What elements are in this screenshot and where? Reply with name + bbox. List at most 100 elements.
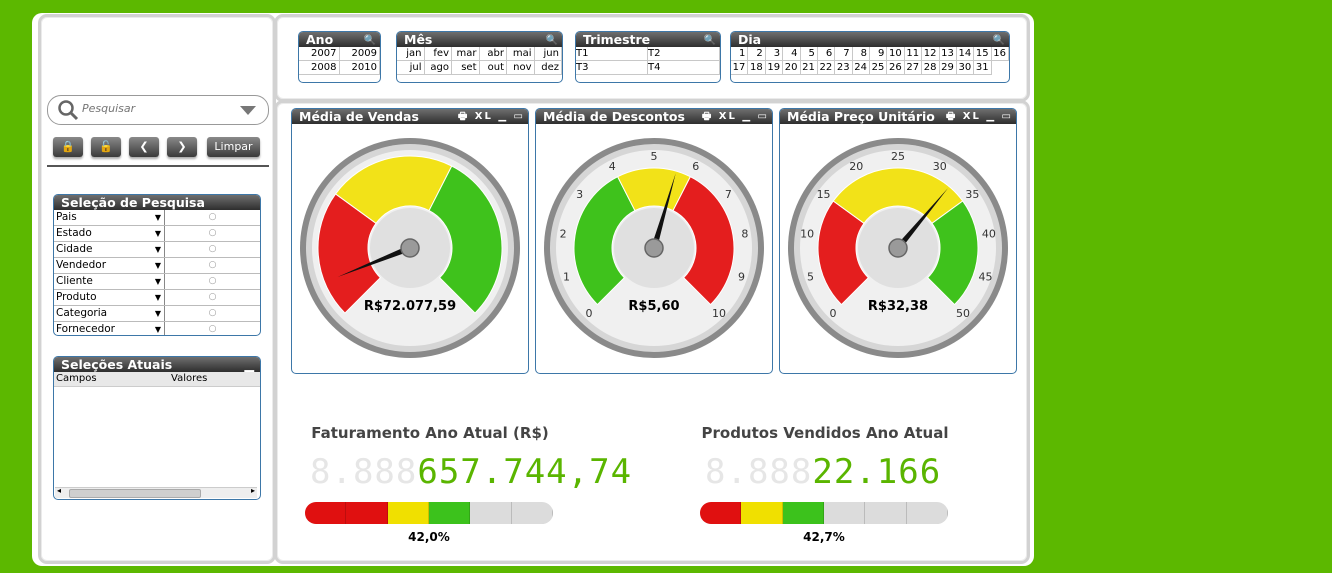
month-option[interactable]: jun bbox=[534, 47, 562, 61]
month-option[interactable]: dez bbox=[534, 61, 562, 75]
radio-icon[interactable]: ○ bbox=[165, 306, 260, 321]
month-option[interactable]: jul bbox=[397, 61, 425, 75]
month-option[interactable]: mar bbox=[452, 47, 480, 61]
month-option[interactable]: set bbox=[452, 61, 480, 75]
search-selection-row[interactable]: Cliente ▼ ○ bbox=[54, 274, 260, 290]
day-option[interactable]: 16 bbox=[991, 47, 1009, 61]
day-option[interactable]: 18 bbox=[748, 61, 766, 75]
month-option[interactable]: ago bbox=[424, 61, 452, 75]
search-selection-row[interactable]: Vendedor ▼ ○ bbox=[54, 258, 260, 274]
quarter-option[interactable]: T1 bbox=[576, 47, 648, 61]
panel-icons[interactable]: 🖶 XL ▁ ▭ bbox=[458, 109, 525, 124]
day-option[interactable]: 7 bbox=[835, 47, 853, 61]
dropdown-arrow-icon[interactable]: ▼ bbox=[155, 242, 161, 257]
quarter-option[interactable]: T2 bbox=[648, 47, 720, 61]
lock-button[interactable]: 🔒 bbox=[53, 137, 83, 157]
day-option[interactable]: 19 bbox=[765, 61, 784, 75]
radio-icon[interactable]: ○ bbox=[165, 226, 260, 241]
day-option[interactable]: 24 bbox=[852, 61, 870, 75]
dropdown-arrow-icon[interactable]: ▼ bbox=[155, 322, 161, 335]
clear-button[interactable]: Limpar bbox=[207, 137, 260, 157]
day-option[interactable]: 17 bbox=[731, 61, 749, 75]
radio-icon[interactable]: ○ bbox=[165, 322, 260, 335]
day-option[interactable]: 10 bbox=[887, 47, 905, 61]
field-label[interactable]: Cidade ▼ bbox=[54, 242, 165, 257]
year-option[interactable]: 2008 bbox=[299, 61, 340, 75]
search-icon[interactable]: 🔍 bbox=[364, 33, 376, 48]
day-option[interactable]: 3 bbox=[765, 47, 784, 61]
day-option[interactable]: 28 bbox=[922, 61, 940, 75]
search-selection-row[interactable]: Estado ▼ ○ bbox=[54, 226, 260, 242]
field-label[interactable]: Fornecedor ▼ bbox=[54, 322, 165, 335]
horizontal-scrollbar[interactable]: ◂ ▸ bbox=[55, 486, 257, 498]
panel-icons[interactable]: 🖶 XL ▁ ▭ bbox=[946, 109, 1013, 124]
day-option[interactable]: 26 bbox=[887, 61, 905, 75]
month-option[interactable]: out bbox=[479, 61, 507, 75]
scroll-right-icon[interactable]: ▸ bbox=[251, 486, 255, 495]
search-icon[interactable]: 🔍 bbox=[993, 33, 1005, 48]
year-option[interactable]: 2010 bbox=[339, 61, 380, 75]
day-option[interactable]: 1 bbox=[731, 47, 749, 61]
dropdown-arrow-icon[interactable]: ▼ bbox=[155, 226, 161, 241]
field-label[interactable]: Pais ▼ bbox=[54, 210, 165, 225]
day-option[interactable]: 5 bbox=[800, 47, 818, 61]
field-label[interactable]: Produto ▼ bbox=[54, 290, 165, 305]
radio-icon[interactable]: ○ bbox=[165, 242, 260, 257]
radio-icon[interactable]: ○ bbox=[165, 290, 260, 305]
day-option[interactable]: 15 bbox=[974, 47, 992, 61]
search-selection-row[interactable]: Cidade ▼ ○ bbox=[54, 242, 260, 258]
quarter-option[interactable]: T4 bbox=[648, 61, 720, 75]
month-option[interactable]: nov bbox=[507, 61, 535, 75]
day-option[interactable]: 4 bbox=[783, 47, 801, 61]
day-option[interactable]: 29 bbox=[939, 61, 957, 75]
back-button[interactable]: ❮ bbox=[129, 137, 159, 157]
day-option[interactable]: 11 bbox=[904, 47, 923, 61]
dropdown-arrow-icon[interactable]: ▼ bbox=[155, 274, 161, 289]
radio-icon[interactable]: ○ bbox=[165, 274, 260, 289]
day-option[interactable]: 14 bbox=[956, 47, 975, 61]
search-selection-row[interactable]: Produto ▼ ○ bbox=[54, 290, 260, 306]
search-selection-row[interactable]: Pais ▼ ○ bbox=[54, 210, 260, 226]
month-option[interactable]: jan bbox=[397, 47, 425, 61]
chevron-down-icon[interactable] bbox=[240, 106, 256, 115]
month-option[interactable]: abr bbox=[479, 47, 507, 61]
dropdown-arrow-icon[interactable]: ▼ bbox=[155, 210, 161, 225]
search-input[interactable] bbox=[80, 101, 224, 116]
minimize-icon[interactable]: ▁ bbox=[244, 357, 254, 372]
year-option[interactable]: 2007 bbox=[299, 47, 340, 61]
day-option[interactable]: 21 bbox=[800, 61, 818, 75]
day-option[interactable]: 25 bbox=[870, 61, 888, 75]
search-box[interactable] bbox=[47, 95, 269, 125]
day-option[interactable]: 12 bbox=[922, 47, 940, 61]
dropdown-arrow-icon[interactable]: ▼ bbox=[155, 258, 161, 273]
day-option[interactable]: 31 bbox=[974, 61, 992, 75]
month-option[interactable]: fev bbox=[424, 47, 452, 61]
dropdown-arrow-icon[interactable]: ▼ bbox=[155, 290, 161, 305]
radio-icon[interactable]: ○ bbox=[165, 258, 260, 273]
unlock-button[interactable]: 🔓 bbox=[91, 137, 121, 157]
field-label[interactable]: Vendedor ▼ bbox=[54, 258, 165, 273]
day-option[interactable]: 23 bbox=[835, 61, 853, 75]
quarter-option[interactable]: T3 bbox=[576, 61, 648, 75]
day-option[interactable]: 13 bbox=[939, 47, 957, 61]
dropdown-arrow-icon[interactable]: ▼ bbox=[155, 306, 161, 321]
day-option[interactable]: 2 bbox=[748, 47, 766, 61]
radio-icon[interactable]: ○ bbox=[165, 210, 260, 225]
search-selection-row[interactable]: Fornecedor ▼ ○ bbox=[54, 322, 260, 335]
day-option[interactable]: 9 bbox=[870, 47, 888, 61]
field-label[interactable]: Categoria ▼ bbox=[54, 306, 165, 321]
field-label[interactable]: Cliente ▼ bbox=[54, 274, 165, 289]
scroll-thumb[interactable] bbox=[69, 489, 201, 498]
search-selection-row[interactable]: Categoria ▼ ○ bbox=[54, 306, 260, 322]
field-label[interactable]: Estado ▼ bbox=[54, 226, 165, 241]
forward-button[interactable]: ❯ bbox=[167, 137, 197, 157]
day-option[interactable]: 6 bbox=[817, 47, 836, 61]
search-icon[interactable]: 🔍 bbox=[704, 33, 716, 48]
search-icon[interactable]: 🔍 bbox=[546, 33, 558, 48]
day-option[interactable]: 8 bbox=[852, 47, 870, 61]
year-option[interactable]: 2009 bbox=[339, 47, 380, 61]
month-option[interactable]: mai bbox=[507, 47, 535, 61]
day-option[interactable]: 20 bbox=[783, 61, 801, 75]
day-option[interactable]: 30 bbox=[956, 61, 975, 75]
day-option[interactable]: 22 bbox=[817, 61, 836, 75]
